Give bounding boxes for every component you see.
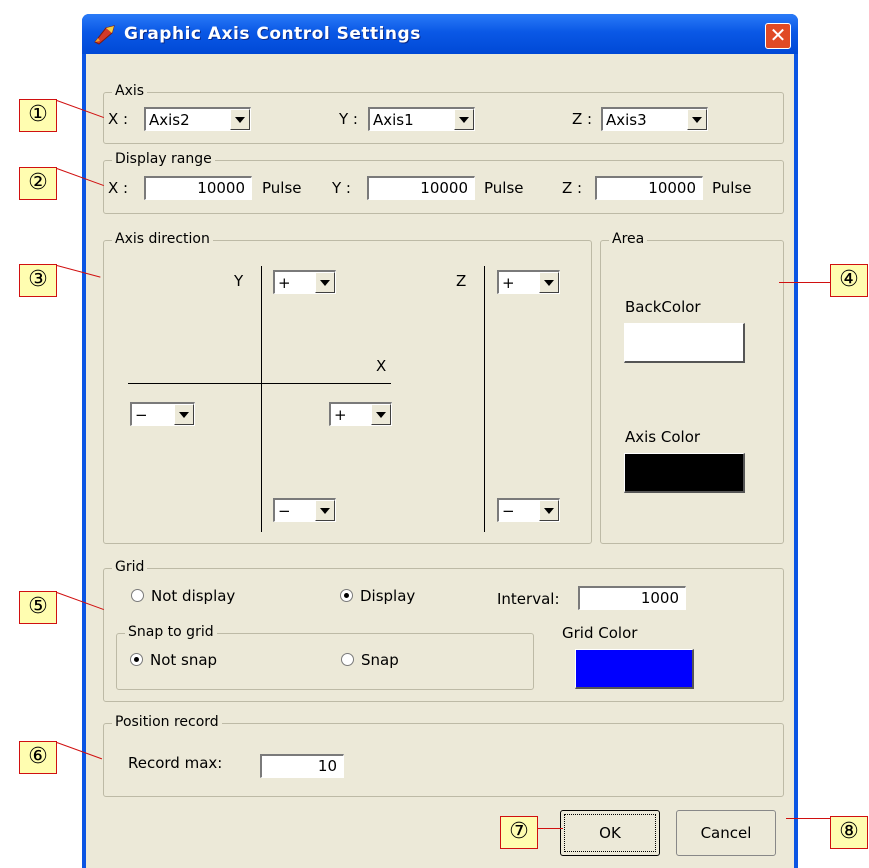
range-y-unit: Pulse bbox=[484, 179, 524, 197]
callout-line-8 bbox=[786, 818, 831, 819]
x-minus-select[interactable]: − bbox=[130, 402, 195, 426]
y-minus-select[interactable]: − bbox=[273, 498, 336, 522]
range-x-label: X : bbox=[108, 179, 129, 197]
callout-6: ⑥ bbox=[19, 741, 57, 774]
range-z-label: Z : bbox=[562, 179, 583, 197]
axis-color-button[interactable] bbox=[624, 453, 745, 493]
callout-5: ⑤ bbox=[19, 591, 57, 624]
chevron-down-icon[interactable] bbox=[454, 109, 474, 130]
callout-line-4 bbox=[779, 282, 831, 283]
back-color-button[interactable] bbox=[624, 323, 745, 363]
interval-label: Interval: bbox=[497, 590, 560, 608]
z-axis-line bbox=[484, 266, 485, 532]
grid-group: Grid Not display Display Interval: 1000 … bbox=[103, 559, 784, 702]
record-max-label: Record max: bbox=[128, 754, 223, 772]
axis-direction-legend: Axis direction bbox=[112, 231, 213, 247]
callout-2: ② bbox=[19, 167, 57, 200]
grid-color-label: Grid Color bbox=[562, 624, 638, 642]
grid-legend: Grid bbox=[112, 559, 148, 575]
dialog-window: Graphic Axis Control Settings ✕ Axis X :… bbox=[82, 14, 798, 868]
close-icon: ✕ bbox=[769, 23, 787, 47]
axis-z-select[interactable]: Axis3 bbox=[601, 107, 708, 131]
z-axis-label: Z bbox=[456, 272, 467, 290]
position-record-group: Position record Record max: 10 bbox=[103, 714, 784, 797]
chevron-down-icon[interactable] bbox=[230, 109, 250, 130]
back-color-label: BackColor bbox=[625, 298, 701, 316]
axis-y-label: Y : bbox=[339, 110, 358, 128]
range-z-input[interactable]: 10000 bbox=[595, 176, 703, 200]
range-y-input[interactable]: 10000 bbox=[367, 176, 475, 200]
y-axis-label: Y bbox=[234, 272, 244, 290]
axis-x-select[interactable]: Axis2 bbox=[144, 107, 251, 131]
callout-line-7 bbox=[537, 828, 563, 829]
y-plus-select[interactable]: + bbox=[273, 270, 336, 294]
interval-input[interactable]: 1000 bbox=[578, 586, 686, 610]
axis-z-label: Z : bbox=[572, 110, 593, 128]
range-x-input[interactable]: 10000 bbox=[144, 176, 252, 200]
chevron-down-icon[interactable] bbox=[687, 109, 707, 130]
axis-y-select[interactable]: Axis1 bbox=[368, 107, 475, 131]
y-axis-line bbox=[261, 266, 262, 532]
axis-x-label: X : bbox=[108, 110, 129, 128]
callout-3: ③ bbox=[19, 264, 57, 297]
range-y-label: Y : bbox=[332, 179, 351, 197]
x-plus-select[interactable]: + bbox=[329, 402, 392, 426]
position-record-legend: Position record bbox=[112, 714, 222, 730]
callout-1: ① bbox=[19, 99, 57, 132]
chevron-down-icon[interactable] bbox=[539, 500, 559, 521]
chevron-down-icon[interactable] bbox=[371, 404, 391, 425]
z-minus-select[interactable]: − bbox=[497, 498, 560, 522]
dialog-body: Axis X : Axis2 Y : Axis1 Z : Axis3 Displ… bbox=[86, 54, 794, 868]
callout-8: ⑧ bbox=[830, 816, 868, 849]
axis-direction-group: Axis direction Y X + − + − Z + − bbox=[103, 231, 592, 544]
chevron-down-icon[interactable] bbox=[315, 272, 335, 293]
grid-color-button[interactable] bbox=[575, 649, 694, 689]
x-axis-label: X bbox=[376, 357, 387, 375]
title-bar[interactable]: Graphic Axis Control Settings ✕ bbox=[82, 14, 798, 54]
axis-legend: Axis bbox=[112, 83, 148, 99]
chevron-down-icon[interactable] bbox=[174, 404, 194, 425]
display-range-legend: Display range bbox=[112, 151, 215, 167]
app-icon bbox=[94, 25, 115, 45]
area-legend: Area bbox=[609, 231, 648, 247]
ok-button[interactable]: OK bbox=[560, 810, 660, 856]
chevron-down-icon[interactable] bbox=[539, 272, 559, 293]
close-button[interactable]: ✕ bbox=[765, 23, 791, 49]
snap-legend: Snap to grid bbox=[125, 624, 217, 640]
cancel-button[interactable]: Cancel bbox=[676, 810, 776, 856]
window-title: Graphic Axis Control Settings bbox=[124, 24, 421, 44]
record-max-input[interactable]: 10 bbox=[260, 754, 344, 778]
range-x-unit: Pulse bbox=[262, 179, 302, 197]
chevron-down-icon[interactable] bbox=[315, 500, 335, 521]
callout-4: ④ bbox=[830, 264, 868, 297]
axis-color-label: Axis Color bbox=[625, 428, 701, 446]
x-axis-line bbox=[128, 383, 391, 384]
axis-group: Axis X : Axis2 Y : Axis1 Z : Axis3 bbox=[103, 83, 784, 144]
area-group: Area BackColor Axis Color bbox=[600, 231, 784, 544]
snap-group: Snap to grid Not snap Snap bbox=[116, 624, 534, 690]
display-range-group: Display range X : 10000 Pulse Y : 10000 … bbox=[103, 151, 784, 214]
z-plus-select[interactable]: + bbox=[497, 270, 560, 294]
range-z-unit: Pulse bbox=[712, 179, 752, 197]
callout-7: ⑦ bbox=[500, 816, 538, 849]
